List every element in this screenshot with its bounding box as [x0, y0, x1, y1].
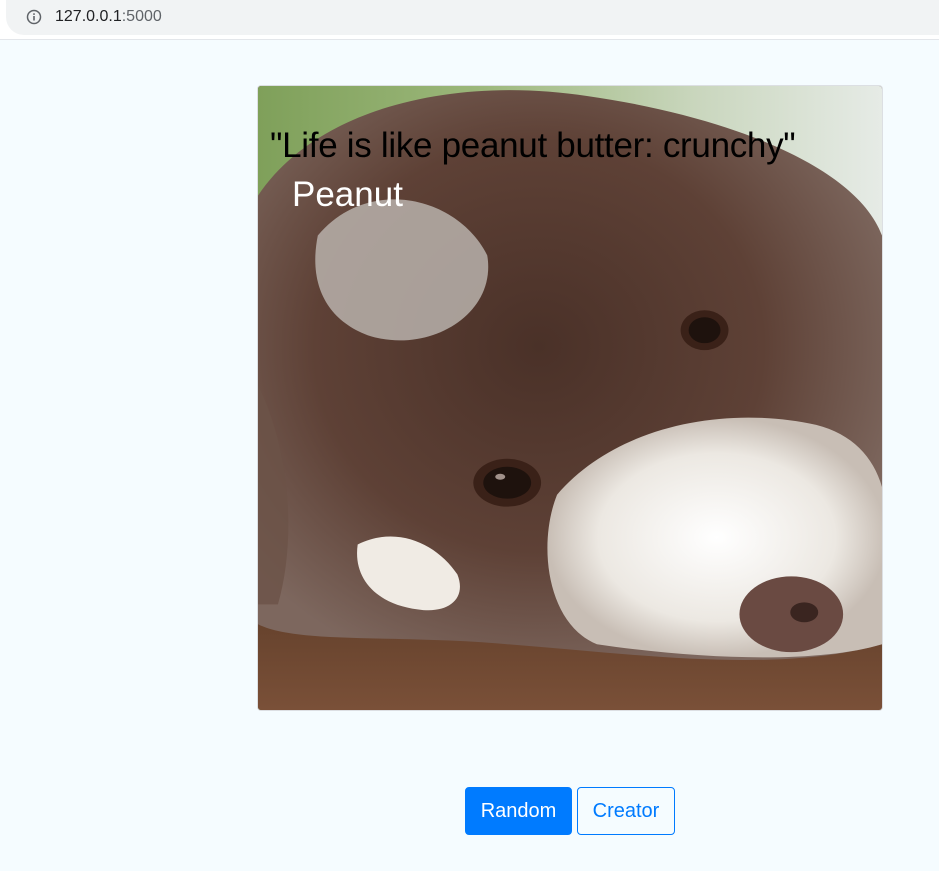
info-icon[interactable] [26, 9, 42, 25]
action-buttons: Random Creator [465, 787, 675, 835]
meme-quote-text: "Life is like peanut butter: crunchy" [270, 126, 796, 165]
creator-button[interactable]: Creator [577, 787, 675, 835]
meme-image: "Life is like peanut butter: crunchy" Pe… [257, 85, 883, 711]
page-content: "Life is like peanut butter: crunchy" Pe… [0, 40, 939, 871]
url-text[interactable]: 127.0.0.1:5000 [55, 7, 162, 27]
meme-author-text: Peanut [292, 175, 403, 214]
url-port: :5000 [121, 8, 162, 25]
url-host: 127.0.0.1 [55, 8, 122, 25]
random-button[interactable]: Random [465, 787, 572, 835]
address-bar[interactable]: 127.0.0.1:5000 [6, 0, 939, 35]
browser-toolbar: 127.0.0.1:5000 [0, 0, 939, 40]
